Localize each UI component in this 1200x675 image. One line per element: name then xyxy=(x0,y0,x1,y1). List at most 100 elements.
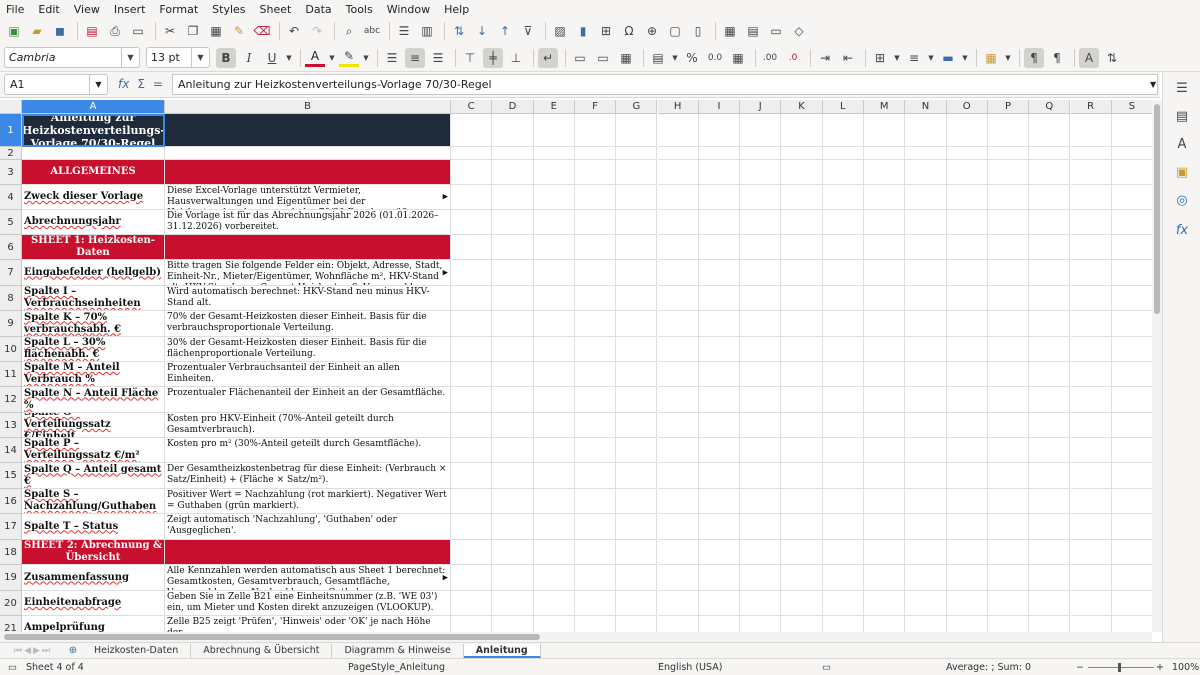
grid-cell[interactable] xyxy=(740,514,782,540)
horizontal-scrollbar[interactable] xyxy=(0,632,1152,642)
grid-cell[interactable] xyxy=(822,160,864,185)
grid-cell[interactable] xyxy=(864,235,906,260)
grid-cell[interactable] xyxy=(657,413,699,438)
grid-cell[interactable] xyxy=(740,235,782,260)
sort-descending-icon[interactable]: ↑ xyxy=(495,21,515,41)
grid-cell[interactable] xyxy=(451,311,493,337)
grid-cell[interactable] xyxy=(1070,565,1112,591)
underline-button[interactable]: U xyxy=(262,48,282,68)
show-draw-icon[interactable]: ◇ xyxy=(789,21,809,41)
grid-cell[interactable] xyxy=(451,489,493,514)
parameter-description[interactable]: Alle Kennzahlen werden automatisch aus S… xyxy=(165,565,451,591)
grid-cell[interactable] xyxy=(492,286,534,311)
grid-cell[interactable] xyxy=(740,286,782,311)
grid-cell[interactable] xyxy=(987,413,1030,438)
grid-cell[interactable] xyxy=(1029,438,1071,463)
print-icon[interactable]: ⎙ xyxy=(105,21,125,41)
sheet-tab-2[interactable]: Abrechnung & Übersicht xyxy=(191,643,333,658)
formula-input[interactable]: Anleitung zur Heizkostenverteilungs-Vorl… xyxy=(172,74,1158,95)
grid-cell[interactable] xyxy=(1070,311,1112,337)
grid-cell[interactable] xyxy=(657,337,699,362)
grid-cell[interactable] xyxy=(698,311,741,337)
grid-cell[interactable] xyxy=(905,147,947,160)
grid-cell[interactable] xyxy=(574,210,617,235)
row-header-11[interactable]: 11 xyxy=(0,362,22,387)
grid-cell[interactable] xyxy=(574,540,617,565)
grid-cell[interactable] xyxy=(781,591,823,616)
grid-cell[interactable] xyxy=(987,210,1030,235)
grid-cell[interactable] xyxy=(1029,160,1071,185)
menu-window[interactable]: Window xyxy=(387,3,430,16)
grid-cell[interactable] xyxy=(534,616,575,632)
grid-cell[interactable] xyxy=(946,463,988,489)
title-cell[interactable]: Anleitung zur Heizkostenverteilungs-Vorl… xyxy=(22,114,165,147)
grid-cell[interactable] xyxy=(1111,362,1152,387)
hyperlink-icon[interactable]: ⊕ xyxy=(642,21,662,41)
grid-cell[interactable] xyxy=(822,438,864,463)
grid-cell[interactable] xyxy=(864,185,906,210)
rtl-text-icon[interactable]: ¶ xyxy=(1047,48,1067,68)
grid-cell[interactable] xyxy=(740,160,782,185)
grid-cell[interactable] xyxy=(905,210,947,235)
grid-cell[interactable] xyxy=(533,337,575,362)
grid-cell[interactable] xyxy=(946,489,988,514)
grid-cell[interactable] xyxy=(1070,438,1112,463)
grid-cell[interactable] xyxy=(1071,616,1112,632)
grid-cell[interactable] xyxy=(616,514,658,540)
grid-cell[interactable] xyxy=(987,286,1030,311)
row-header-10[interactable]: 10 xyxy=(0,337,22,362)
grid-cell[interactable] xyxy=(574,387,617,413)
grid-cell[interactable] xyxy=(987,540,1030,565)
menu-file[interactable]: File xyxy=(6,3,24,16)
grid-cell[interactable] xyxy=(698,147,741,160)
grid-cell[interactable] xyxy=(740,311,782,337)
section-fill-cell[interactable] xyxy=(165,160,451,185)
conditional-format-icon[interactable]: ▦ xyxy=(981,48,1001,68)
date-format-icon[interactable]: ▦ xyxy=(728,48,748,68)
column-header-q[interactable]: Q xyxy=(1029,100,1071,114)
grid-cell[interactable] xyxy=(533,413,575,438)
grid-cell[interactable] xyxy=(1111,540,1152,565)
row-header-19[interactable]: 19 xyxy=(0,565,22,591)
selection-summary[interactable]: Average: ; Sum: 0 xyxy=(946,662,1031,673)
row-header-13[interactable]: 13 xyxy=(0,413,22,438)
grid-cell[interactable] xyxy=(616,413,658,438)
grid-cell[interactable] xyxy=(946,114,988,147)
merge-center-icon[interactable]: ▭ xyxy=(570,48,590,68)
grid-cell[interactable] xyxy=(492,147,534,160)
grid-cell[interactable] xyxy=(1029,147,1071,160)
grid-cell[interactable] xyxy=(451,147,493,160)
grid-cell[interactable] xyxy=(698,591,741,616)
grid-cell[interactable] xyxy=(987,565,1030,591)
parameter-description[interactable]: 30% der Gesamt-Heizkosten dieser Einheit… xyxy=(165,337,451,362)
column-header-h[interactable]: H xyxy=(657,100,699,114)
grid-cell[interactable] xyxy=(1111,387,1152,413)
grid-cell[interactable] xyxy=(905,616,947,632)
grid-cell[interactable] xyxy=(698,413,741,438)
grid-cell[interactable] xyxy=(822,286,864,311)
grid-cell[interactable] xyxy=(657,514,699,540)
cut-icon[interactable]: ✂ xyxy=(160,21,180,41)
grid-cell[interactable] xyxy=(533,311,575,337)
grid-cell[interactable] xyxy=(657,540,699,565)
parameter-label[interactable]: Einheitenabfrage xyxy=(22,591,165,616)
grid-cell[interactable] xyxy=(657,463,699,489)
grid-cell[interactable] xyxy=(451,413,493,438)
row-header-8[interactable]: 8 xyxy=(0,286,22,311)
new-document-icon[interactable]: ▣ xyxy=(4,21,24,41)
grid-cell[interactable] xyxy=(451,185,493,210)
section-header[interactable]: SHEET 2: Abrechnung & Übersicht xyxy=(22,540,165,565)
underline-dropdown-icon[interactable]: ▼ xyxy=(285,48,293,68)
grid-cell[interactable] xyxy=(1029,260,1071,286)
grid-cell[interactable] xyxy=(1029,210,1071,235)
grid-cell[interactable] xyxy=(451,591,493,616)
highlight-color-button[interactable]: ✎ xyxy=(339,49,359,67)
parameter-label[interactable]: Spalte O – Verteilungssatz €/Einheit xyxy=(22,413,165,438)
grid-cell[interactable] xyxy=(987,160,1030,185)
column-header-i[interactable]: I xyxy=(698,100,741,114)
grid-cell[interactable] xyxy=(822,387,864,413)
column-header-l[interactable]: L xyxy=(822,100,864,114)
parameter-description[interactable]: Zeigt automatisch 'Nachzahlung', 'Guthab… xyxy=(165,514,451,540)
grid-cell[interactable] xyxy=(1070,413,1112,438)
grid-cell[interactable] xyxy=(698,565,741,591)
